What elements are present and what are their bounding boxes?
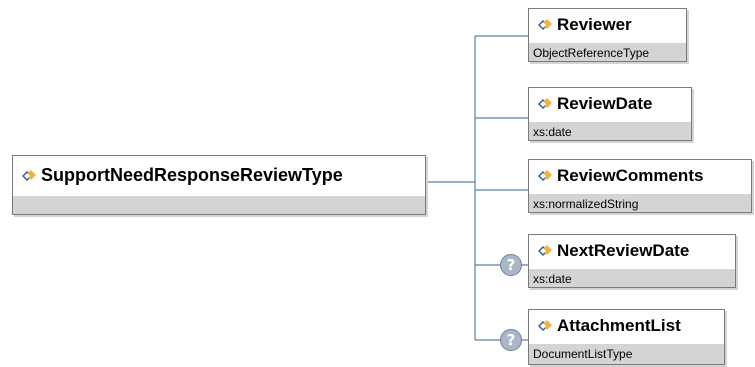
element-diamond-icon bbox=[538, 244, 552, 256]
child-node-band: ObjectReferenceType bbox=[529, 43, 686, 61]
element-diamond-icon bbox=[22, 169, 36, 181]
question-mark-icon: ? bbox=[500, 329, 522, 351]
child-node-title: ReviewDate bbox=[529, 88, 691, 122]
child-node-name: NextReviewDate bbox=[557, 241, 690, 260]
child-node-name: Reviewer bbox=[557, 15, 632, 34]
child-node-reviewcomments[interactable]: ReviewComments xs:normalizedString bbox=[528, 159, 752, 213]
child-node-type: xs:normalizedString bbox=[533, 197, 639, 211]
child-node-title: ReviewComments bbox=[529, 160, 751, 194]
child-node-reviewdate[interactable]: ReviewDate xs:date bbox=[528, 87, 692, 141]
child-node-band: DocumentListType bbox=[529, 344, 724, 364]
element-diamond-icon bbox=[538, 18, 552, 30]
child-node-type: xs:date bbox=[533, 125, 572, 139]
child-node-title: Reviewer bbox=[529, 9, 686, 43]
child-node-band: xs:normalizedString bbox=[529, 194, 751, 212]
element-diamond-icon bbox=[538, 319, 552, 331]
root-type-band bbox=[13, 196, 425, 214]
root-type-name: SupportNeedResponseReviewType bbox=[41, 165, 343, 185]
child-node-type: ObjectReferenceType bbox=[533, 46, 650, 60]
root-type-title: SupportNeedResponseReviewType bbox=[13, 156, 425, 196]
element-diamond-icon bbox=[538, 97, 552, 109]
child-node-attachmentlist[interactable]: AttachmentList DocumentListType bbox=[528, 309, 725, 365]
child-node-name: ReviewDate bbox=[557, 94, 653, 113]
root-type-node[interactable]: SupportNeedResponseReviewType bbox=[12, 155, 426, 215]
child-node-title: NextReviewDate bbox=[529, 235, 735, 269]
child-node-reviewer[interactable]: Reviewer ObjectReferenceType bbox=[528, 8, 687, 62]
child-node-band: xs:date bbox=[529, 122, 691, 140]
child-node-band: xs:date bbox=[529, 269, 735, 287]
child-node-type: xs:date bbox=[533, 272, 572, 286]
child-node-type: DocumentListType bbox=[533, 347, 633, 361]
child-node-name: AttachmentList bbox=[557, 316, 681, 335]
child-node-nextreviewdate[interactable]: NextReviewDate xs:date bbox=[528, 234, 736, 288]
child-node-title: AttachmentList bbox=[529, 310, 724, 344]
child-node-name: ReviewComments bbox=[557, 166, 704, 185]
question-mark-icon: ? bbox=[500, 254, 522, 276]
root-type-typename bbox=[13, 199, 17, 213]
element-diamond-icon bbox=[538, 169, 552, 181]
